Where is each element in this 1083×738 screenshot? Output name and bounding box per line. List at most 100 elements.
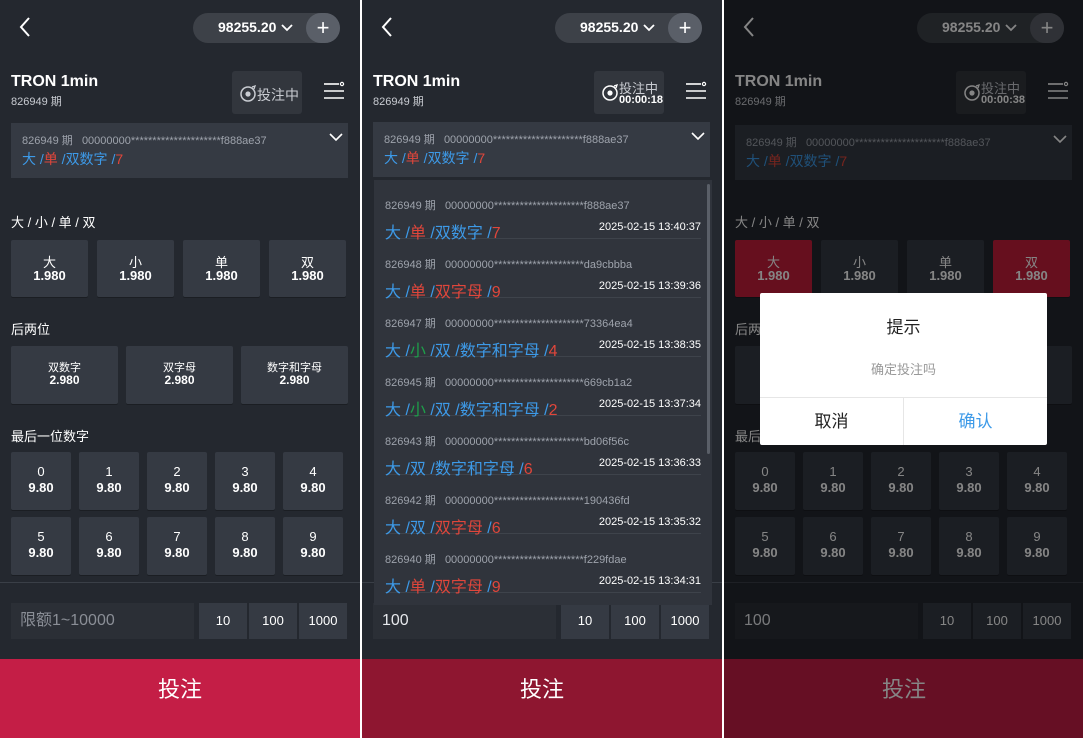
history-item[interactable]: 826947 期 00000000*********************73… [385,298,701,360]
option-digit-7[interactable]: 7 9.80 [147,517,207,575]
scrollbar[interactable] [707,184,710,454]
history-item[interactable]: 826940 期 00000000*********************f2… [385,534,701,596]
history-item[interactable]: 826949 期 00000000*********************f8… [385,180,701,242]
current-period: 826949 期 [373,96,424,108]
result-sum: 7 [477,150,486,166]
option-digit-2[interactable]: 2 9.80 [147,452,207,510]
option-odds: 9.80 [164,480,190,495]
history-meta: 826948 期 00000000*********************da… [385,256,632,272]
history-hash: 00000000*********************73364ea4 [444,318,633,330]
history-result: 大 /单 /双字母 /9 [385,573,501,597]
option-odds: 9.80 [28,545,54,560]
history-time: 2025-02-15 13:34:31 [598,575,701,587]
result-part: / [401,579,410,596]
option-digit-3[interactable]: 3 9.80 [215,452,275,510]
back-button[interactable] [14,14,38,40]
option-odds: 1.980 [205,268,238,283]
place-bet-button[interactable]: 投注 [0,659,360,738]
latest-result: 大 /单 /双数字 /7 [22,149,123,169]
result-type: 双数字 [427,150,470,166]
option-big[interactable]: 大 1.980 [11,240,88,297]
result-sep: / [398,150,406,166]
chip-10[interactable]: 10 [199,603,247,639]
history-time: 2025-02-15 13:39:36 [598,280,701,292]
option-label: 8 [241,529,249,544]
option-odds: 2.980 [279,373,310,387]
option-digit-4[interactable]: 4 9.80 [283,452,343,510]
option-odds: 9.80 [164,545,190,560]
amount-input[interactable]: 限额1~10000 [11,603,194,639]
result-type: 双数字 [65,151,108,167]
history-item[interactable]: 826943 期 00000000*********************bd… [385,416,701,478]
result-size: 大 [22,151,36,167]
history-meta: 826940 期 00000000*********************f2… [385,551,627,567]
latest-result-dropdown[interactable]: 826949 期 00000000*********************f8… [11,123,348,178]
option-double-letter[interactable]: 双字母2.980 [126,346,233,404]
history-period: 826942 期 [385,495,436,507]
chevron-down-icon [328,130,344,149]
option-digit-8[interactable]: 8 9.80 [215,517,275,575]
result-part: 双字母 [434,579,483,596]
result-part: / [482,579,492,596]
option-odds: 9.80 [96,545,122,560]
option-odd[interactable]: 单 1.980 [183,240,260,297]
option-odds: 2.980 [164,373,195,387]
history-hash: 00000000*********************da9cbbba [444,259,633,271]
menu-button[interactable] [322,80,346,107]
history-list[interactable]: 826949 期 00000000*********************f8… [374,180,712,605]
confirm-button[interactable]: 确认 [904,398,1047,445]
result-sep: / [419,150,428,166]
history-time: 2025-02-15 13:36:33 [598,457,701,469]
balance-selector[interactable]: 98255.20 + [555,13,702,43]
option-digit-5[interactable]: 5 9.80 [11,517,71,575]
option-digit-9[interactable]: 9 9.80 [283,517,343,575]
back-button[interactable] [376,14,400,40]
option-double-digit[interactable]: 双数字2.980 [11,346,118,404]
result-sep: / [36,151,44,167]
latest-result-dropdown[interactable]: 826949 期 00000000*********************f8… [373,122,710,177]
history-item[interactable]: 826942 期 00000000*********************19… [385,475,701,537]
history-item[interactable]: 826948 期 00000000*********************da… [385,239,701,301]
history-period: 826940 期 [385,554,436,566]
chip-100[interactable]: 100 [611,603,659,639]
option-digit-6[interactable]: 6 9.80 [79,517,139,575]
menu-button[interactable] [684,80,708,107]
chip-100[interactable]: 100 [249,603,297,639]
chip-10[interactable]: 10 [561,603,609,639]
option-odds: 9.80 [96,480,122,495]
history-time: 2025-02-15 13:37:34 [598,398,701,410]
game-title: TRON 1min [11,73,99,90]
result-sep: / [57,151,66,167]
balance-selector[interactable]: 98255.20 + [193,13,340,43]
history-hash: 00000000*********************bd06f56c [444,436,630,448]
latest-hash: 00000000*********************f888ae37 [81,135,267,147]
option-odds: 2.980 [49,373,80,387]
amount-input[interactable]: 100 [373,603,556,639]
history-time: 2025-02-15 13:40:37 [598,221,701,233]
option-even[interactable]: 双 1.980 [269,240,346,297]
place-bet-button[interactable]: 投注 [362,659,722,738]
chevron-down-icon [690,129,706,148]
history-item[interactable]: 826945 期 00000000*********************66… [385,357,701,419]
history-hash: 00000000*********************f888ae37 [444,200,630,212]
option-odds: 1.980 [33,268,66,283]
chip-1000[interactable]: 1000 [299,603,347,639]
option-digit-0[interactable]: 0 9.80 [11,452,71,510]
top-bar: 98255.20 + [362,0,722,56]
latest-meta: 826949 期 00000000*********************f8… [22,132,267,148]
add-funds-button[interactable]: + [668,13,702,43]
cancel-button[interactable]: 取消 [760,398,903,445]
add-funds-button[interactable]: + [306,13,340,43]
option-digit-1[interactable]: 1 9.80 [79,452,139,510]
option-label: 2 [173,464,181,479]
current-period: 826949 期 [11,96,62,108]
divider [0,582,360,583]
option-label: 1 [105,464,113,479]
top-bar: 98255.20 + [0,0,360,56]
option-odds: 1.980 [291,268,324,283]
chip-1000[interactable]: 1000 [661,603,709,639]
option-small[interactable]: 小 1.980 [97,240,174,297]
option-digit-and-letter[interactable]: 数字和字母2.980 [241,346,348,404]
option-odds: 9.80 [232,480,258,495]
latest-meta: 826949 期 00000000*********************f8… [384,131,629,147]
